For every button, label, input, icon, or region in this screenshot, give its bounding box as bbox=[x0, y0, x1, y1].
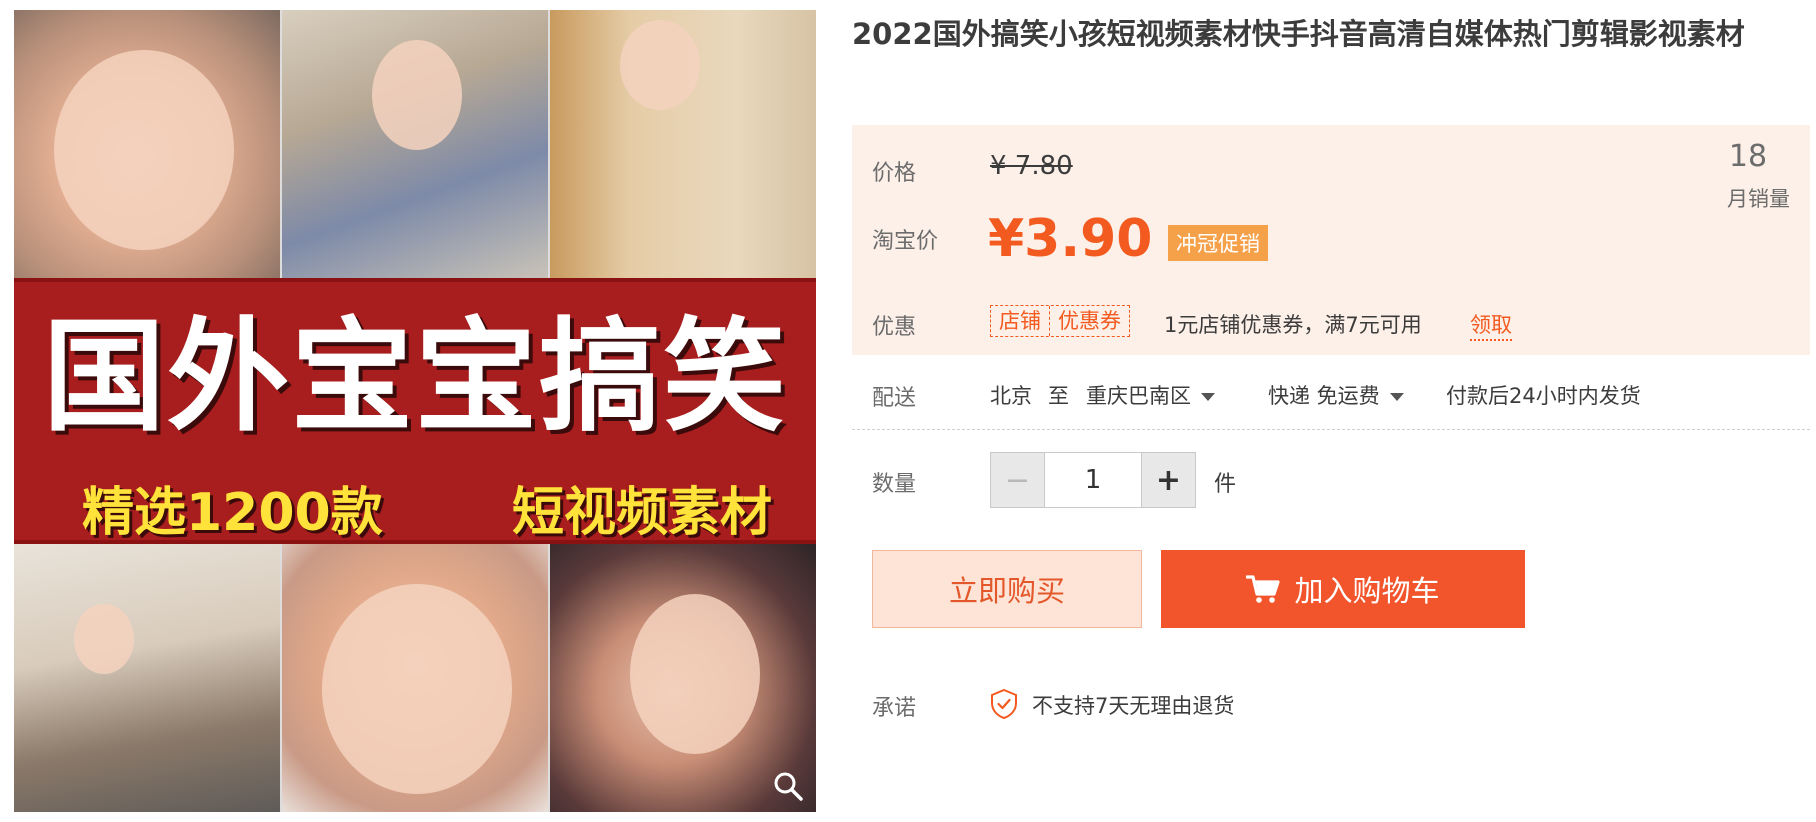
photo-toddler-standing bbox=[14, 544, 280, 812]
promo-badge: 冲冠促销 bbox=[1168, 225, 1268, 261]
banner-subtitle-left: 精选1200款 bbox=[82, 483, 383, 543]
coupon-tag-shop: 店铺 bbox=[999, 309, 1041, 333]
coupon-description: 1元店铺优惠券，满7元可用 bbox=[1164, 313, 1422, 337]
banner-title: 国外宝宝搞笑 bbox=[43, 306, 787, 448]
monthly-sales-count: 18 bbox=[1728, 139, 1768, 174]
photo-baby-laughing bbox=[14, 10, 280, 278]
quantity-increase-button[interactable]: + bbox=[1141, 453, 1195, 507]
photo-girl-pouting bbox=[550, 544, 816, 812]
photo-infant-bath bbox=[282, 544, 548, 812]
quantity-label: 数量 bbox=[872, 472, 917, 497]
shipping-label: 配送 bbox=[872, 386, 917, 411]
shipping-method-select[interactable]: 快递 免运费 bbox=[1268, 380, 1404, 410]
banner-subtitle-right: 短视频素材 bbox=[511, 483, 772, 543]
coupon-tag-coupon: 优惠券 bbox=[1049, 306, 1129, 336]
promise-label: 承诺 bbox=[872, 696, 917, 721]
shipping-method-value: 快递 免运费 bbox=[1268, 384, 1380, 408]
destination-value: 重庆巴南区 bbox=[1086, 384, 1191, 408]
photo-face bbox=[372, 40, 462, 150]
shipping-from: 北京 bbox=[990, 384, 1032, 408]
zoom-icon[interactable] bbox=[772, 770, 804, 802]
photo-face bbox=[54, 50, 234, 250]
coupon-tag: 店铺 优惠券 bbox=[990, 305, 1130, 337]
shipping-to-word: 至 bbox=[1048, 384, 1069, 408]
claim-coupon-link[interactable]: 领取 bbox=[1470, 309, 1512, 341]
quantity-stepper: − + bbox=[990, 452, 1196, 508]
quantity-unit: 件 bbox=[1214, 472, 1237, 497]
current-price: ¥3.90 bbox=[988, 209, 1153, 269]
buy-now-button[interactable]: 立即购买 bbox=[872, 550, 1142, 628]
cart-icon bbox=[1246, 575, 1281, 603]
discount-label: 优惠 bbox=[872, 315, 917, 340]
monthly-sales-label: 月销量 bbox=[1727, 187, 1790, 211]
shield-check-icon bbox=[991, 688, 1017, 720]
shipping-row: 配送 北京 至 重庆巴南区 快递 免运费 付款后24小时内发货 bbox=[852, 372, 1810, 430]
chevron-down-icon bbox=[1389, 393, 1404, 401]
photo-face bbox=[322, 584, 512, 794]
photo-face bbox=[74, 604, 134, 674]
photo-face bbox=[620, 20, 700, 110]
image-banner: 国外宝宝搞笑 精选1200款 短视频素材 bbox=[14, 278, 816, 544]
original-price: ¥ 7.80 bbox=[990, 151, 1073, 181]
quantity-input[interactable] bbox=[1045, 453, 1141, 507]
divider bbox=[852, 429, 1810, 430]
dispatch-time: 付款后24小时内发货 bbox=[1446, 384, 1641, 408]
add-to-cart-button[interactable]: 加入购物车 bbox=[1161, 550, 1525, 628]
photo-baby-peeking bbox=[550, 10, 816, 278]
buy-now-label: 立即购买 bbox=[948, 574, 1065, 608]
product-title: 2022国外搞笑小孩短视频素材快手抖音高清自媒体热门剪辑影视素材 bbox=[852, 17, 1745, 51]
price-label: 价格 bbox=[872, 161, 917, 186]
taobao-price-label: 淘宝价 bbox=[872, 229, 939, 254]
promise-text: 不支持7天无理由退货 bbox=[1032, 694, 1235, 718]
add-to-cart-label: 加入购物车 bbox=[1294, 574, 1440, 608]
chevron-down-icon bbox=[1201, 393, 1215, 401]
quantity-decrease-button[interactable]: − bbox=[991, 453, 1045, 507]
destination-select[interactable]: 重庆巴南区 bbox=[1086, 380, 1215, 410]
photo-boy-eating bbox=[282, 10, 548, 278]
price-panel: 价格 ¥ 7.80 淘宝价 ¥3.90 冲冠促销 18 月销量 优惠 店铺 优惠… bbox=[852, 125, 1810, 355]
product-image[interactable]: 国外宝宝搞笑 精选1200款 短视频素材 bbox=[14, 10, 816, 812]
photo-face bbox=[630, 594, 760, 754]
